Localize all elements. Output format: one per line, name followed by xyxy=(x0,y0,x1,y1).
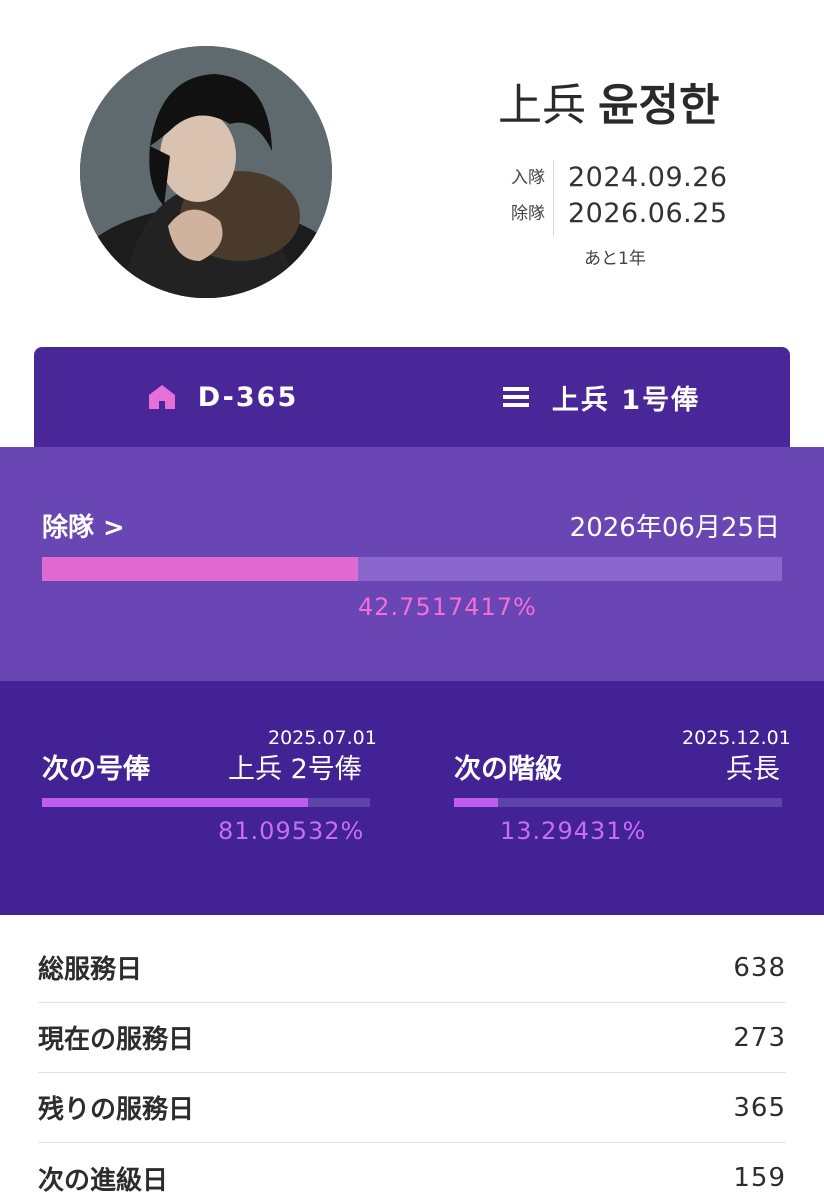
stat-value: 365 xyxy=(733,1092,786,1123)
enlist-label: 入隊 xyxy=(511,168,545,188)
next-rank-date: 2025.12.01 xyxy=(682,727,791,749)
remaining-time: あと1年 xyxy=(584,249,646,269)
next-pay-target: 上兵 2号俸 xyxy=(228,754,362,785)
service-dates: 入隊 除隊 2024.09.26 2026.06.25 xyxy=(502,160,728,236)
profile-photo xyxy=(80,46,332,298)
service-stats-list: 総服務日 638 現在の服務日 273 残りの服務日 365 次の進級日 159 xyxy=(38,933,786,1200)
next-pay-date: 2025.07.01 xyxy=(268,727,377,749)
discharge-percent: 42.7517417% xyxy=(358,593,537,621)
discharge-date: 2026.06.25 xyxy=(568,198,728,229)
next-pay-title: 次の号俸 xyxy=(42,754,150,785)
stat-row-next-promotion: 次の進級日 159 xyxy=(38,1143,786,1200)
discharge-full-date: 2026年06月25日 xyxy=(569,513,780,543)
discharge-link[interactable]: 除隊 > xyxy=(42,507,125,544)
tab-dday[interactable]: D-365 xyxy=(34,347,412,447)
stat-label: 総服務日 xyxy=(38,955,143,985)
next-pay-progress-track xyxy=(42,798,370,807)
stat-value: 638 xyxy=(733,952,786,983)
tab-bar: D-365 上兵 1号俸 xyxy=(34,347,790,447)
tab-pay-grade-label: 上兵 1号俸 xyxy=(551,384,701,416)
next-pay-percent: 81.09532% xyxy=(218,817,365,845)
next-pay-progress-fill xyxy=(42,798,308,807)
next-rank-progress-fill xyxy=(454,798,498,807)
soldier-name: 上兵 윤정한 xyxy=(498,78,719,134)
enlist-date: 2024.09.26 xyxy=(568,162,728,193)
home-icon xyxy=(148,385,175,409)
stat-value: 273 xyxy=(733,1022,786,1053)
stat-value: 159 xyxy=(733,1163,786,1193)
discharge-progress-track xyxy=(42,557,782,581)
next-rank-target: 兵長 xyxy=(726,754,780,785)
stat-label: 次の進級日 xyxy=(38,1165,169,1196)
next-rank-title: 次の階級 xyxy=(454,754,562,785)
discharge-progress-fill xyxy=(42,557,359,581)
next-rank-progress-track xyxy=(454,798,782,807)
next-rank-percent: 13.29431% xyxy=(500,817,647,845)
stat-row-current-days: 現在の服務日 273 xyxy=(38,1003,786,1073)
profile-photo-image xyxy=(80,46,332,298)
menu-icon xyxy=(502,387,529,407)
discharge-section: 除隊 > 2026年06月25日 42.7517417% xyxy=(0,447,824,681)
person-name: 윤정한 xyxy=(598,80,720,131)
stat-label: 残りの服務日 xyxy=(38,1095,195,1125)
tab-pay-grade[interactable]: 上兵 1号俸 xyxy=(412,347,790,447)
stat-label: 現在の服務日 xyxy=(38,1025,195,1055)
tab-dday-label: D-365 xyxy=(197,381,299,413)
stat-row-remaining-days: 残りの服務日 365 xyxy=(38,1073,786,1143)
stat-row-total-days: 総服務日 638 xyxy=(38,933,786,1003)
next-progress-section: 2025.07.01 次の号俸 上兵 2号俸 81.09532% 2025.12… xyxy=(0,681,824,915)
rank-label: 上兵 xyxy=(498,80,586,131)
discharge-label: 除隊 xyxy=(511,204,545,224)
